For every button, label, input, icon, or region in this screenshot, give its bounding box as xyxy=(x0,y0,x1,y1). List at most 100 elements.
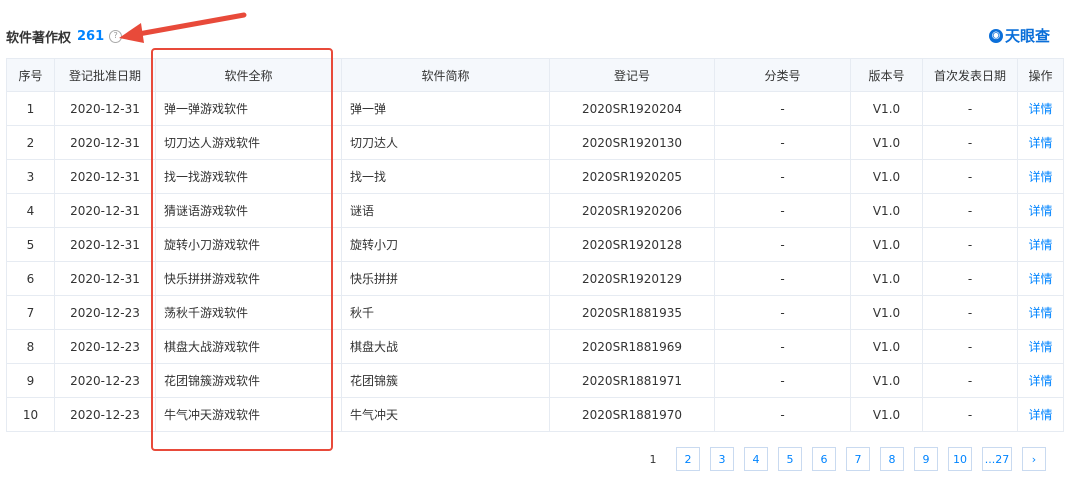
detail-link[interactable]: 详情 xyxy=(1017,193,1064,228)
table-cell: - xyxy=(714,397,851,432)
page-button[interactable]: 8 xyxy=(880,447,904,471)
table-row: 2 2020-12-31 切刀达人游戏软件 切刀达人 2020SR1920130- V1.… xyxy=(6,125,1064,160)
table-cell: - xyxy=(922,159,1018,194)
table-cell: V1.0 xyxy=(850,363,923,398)
detail-link[interactable]: 详情 xyxy=(1017,125,1064,160)
page-button[interactable]: 2 xyxy=(676,447,700,471)
table-cell: V1.0 xyxy=(850,227,923,262)
page-button[interactable]: 4 xyxy=(744,447,768,471)
detail-link[interactable]: 详情 xyxy=(1017,261,1064,296)
column-header: 序号 xyxy=(6,58,55,92)
table-cell: - xyxy=(714,363,851,398)
table-cell: - xyxy=(714,227,851,262)
eye-logo-icon: ◉ xyxy=(988,28,1003,43)
page-button[interactable]: 10 xyxy=(948,447,972,471)
column-header: 软件全称 xyxy=(155,58,342,92)
table-cell: 2020-12-23 xyxy=(54,329,156,364)
table-cell: - xyxy=(714,91,851,126)
detail-link[interactable]: 详情 xyxy=(1017,91,1064,126)
table-cell: V1.0 xyxy=(850,159,923,194)
page-current: 1 xyxy=(649,452,657,466)
table-cell: 牛气冲天 xyxy=(341,397,550,432)
table-cell: 弹一弹 xyxy=(341,91,550,126)
table-cell: 2020SR1881970 xyxy=(549,397,715,432)
column-header: 软件简称 xyxy=(341,58,550,92)
table-cell: - xyxy=(714,193,851,228)
record-count[interactable]: 261 xyxy=(77,29,104,44)
table-cell: 棋盘大战 xyxy=(341,329,550,364)
detail-link[interactable]: 详情 xyxy=(1017,295,1064,330)
table-cell: V1.0 xyxy=(850,91,923,126)
table-cell: 弹一弹游戏软件 xyxy=(155,91,342,126)
table-row: 6 2020-12-31 快乐拼拼游戏软件 快乐拼拼 2020SR1920129- V1.… xyxy=(6,261,1064,296)
annotation-arrow-icon xyxy=(119,12,247,43)
table-cell: 2020-12-31 xyxy=(54,261,156,296)
table-cell: 6 xyxy=(6,261,55,296)
pagination: 1 2 3 4 5 6 7 8 9 10 ...27 › xyxy=(640,447,1046,471)
table-cell: 切刀达人游戏软件 xyxy=(155,125,342,160)
table-cell: - xyxy=(922,261,1018,296)
page-button[interactable]: 7 xyxy=(846,447,870,471)
table-cell: 2020-12-23 xyxy=(54,363,156,398)
table-body: 1 2020-12-31 弹一弹游戏软件 弹一弹 2020SR1920204- V1.0-… xyxy=(6,91,1064,432)
table-cell: 2020SR1920204 xyxy=(549,91,715,126)
page-button[interactable]: ...27 xyxy=(982,447,1012,471)
table-cell: 快乐拼拼 xyxy=(341,261,550,296)
column-header: 操作 xyxy=(1017,58,1064,92)
table-cell: 找一找游戏软件 xyxy=(155,159,342,194)
chevron-right-icon[interactable]: › xyxy=(1022,447,1046,471)
table-cell: 2 xyxy=(6,125,55,160)
table-cell: V1.0 xyxy=(850,193,923,228)
table-cell: - xyxy=(922,363,1018,398)
detail-link[interactable]: 详情 xyxy=(1017,227,1064,262)
table-cell: 2020-12-31 xyxy=(54,91,156,126)
page-button[interactable]: 5 xyxy=(778,447,802,471)
column-header: 登记批准日期 xyxy=(54,58,156,92)
table-cell: - xyxy=(922,329,1018,364)
page-button[interactable]: 3 xyxy=(710,447,734,471)
detail-link[interactable]: 详情 xyxy=(1017,397,1064,432)
table-row: 4 2020-12-31 猜谜语游戏软件 谜语 2020SR1920206- V1.0- 详… xyxy=(6,193,1064,228)
table-cell: 2020SR1920130 xyxy=(549,125,715,160)
table-row: 7 2020-12-23 荡秋千游戏软件 秋千 2020SR1881935- V1.0- 详… xyxy=(6,295,1064,330)
table-cell: V1.0 xyxy=(850,125,923,160)
table-row: 3 2020-12-31 找一找游戏软件 找一找 2020SR1920205- V1.0-… xyxy=(6,159,1064,194)
section-header: 软件著作权 261 ? xyxy=(6,26,123,46)
table-cell: 2020-12-23 xyxy=(54,397,156,432)
table-cell: 1 xyxy=(6,91,55,126)
table-row: 9 2020-12-23 花团锦簇游戏软件 花团锦簇 2020SR1881971- V1.… xyxy=(6,363,1064,398)
table-row: 8 2020-12-23 棋盘大战游戏软件 棋盘大战 2020SR1881969- V1.… xyxy=(6,329,1064,364)
table-cell: 快乐拼拼游戏软件 xyxy=(155,261,342,296)
table-cell: 2020SR1920128 xyxy=(549,227,715,262)
column-header: 分类号 xyxy=(714,58,851,92)
table-cell: 2020SR1920205 xyxy=(549,159,715,194)
table-cell: 切刀达人 xyxy=(341,125,550,160)
table-cell: - xyxy=(922,295,1018,330)
table-cell: 找一找 xyxy=(341,159,550,194)
page-button[interactable]: 9 xyxy=(914,447,938,471)
table-cell: 2020SR1920129 xyxy=(549,261,715,296)
table-cell: V1.0 xyxy=(850,261,923,296)
table-cell: V1.0 xyxy=(850,329,923,364)
table-cell: 4 xyxy=(6,193,55,228)
table-cell: 8 xyxy=(6,329,55,364)
table-cell: 秋千 xyxy=(341,295,550,330)
table-row: 10 2020-12-23 牛气冲天游戏软件 牛气冲天 2020SR1881970- V1… xyxy=(6,397,1064,432)
table-cell: V1.0 xyxy=(850,397,923,432)
table-cell: 旋转小刀游戏软件 xyxy=(155,227,342,262)
table-cell: - xyxy=(714,295,851,330)
section-title: 软件著作权 xyxy=(6,30,72,46)
column-header: 首次发表日期 xyxy=(922,58,1018,92)
table-cell: 2020SR1920206 xyxy=(549,193,715,228)
table-cell: - xyxy=(714,261,851,296)
detail-link[interactable]: 详情 xyxy=(1017,159,1064,194)
table-cell: 2020SR1881971 xyxy=(549,363,715,398)
detail-link[interactable]: 详情 xyxy=(1017,329,1064,364)
table-cell: - xyxy=(922,227,1018,262)
detail-link[interactable]: 详情 xyxy=(1017,363,1064,398)
table-cell: 3 xyxy=(6,159,55,194)
brand-logo[interactable]: ◉ 天眼查 xyxy=(988,25,1050,46)
brand-name: 天眼查 xyxy=(1004,27,1050,45)
table-cell: 9 xyxy=(6,363,55,398)
page-button[interactable]: 6 xyxy=(812,447,836,471)
